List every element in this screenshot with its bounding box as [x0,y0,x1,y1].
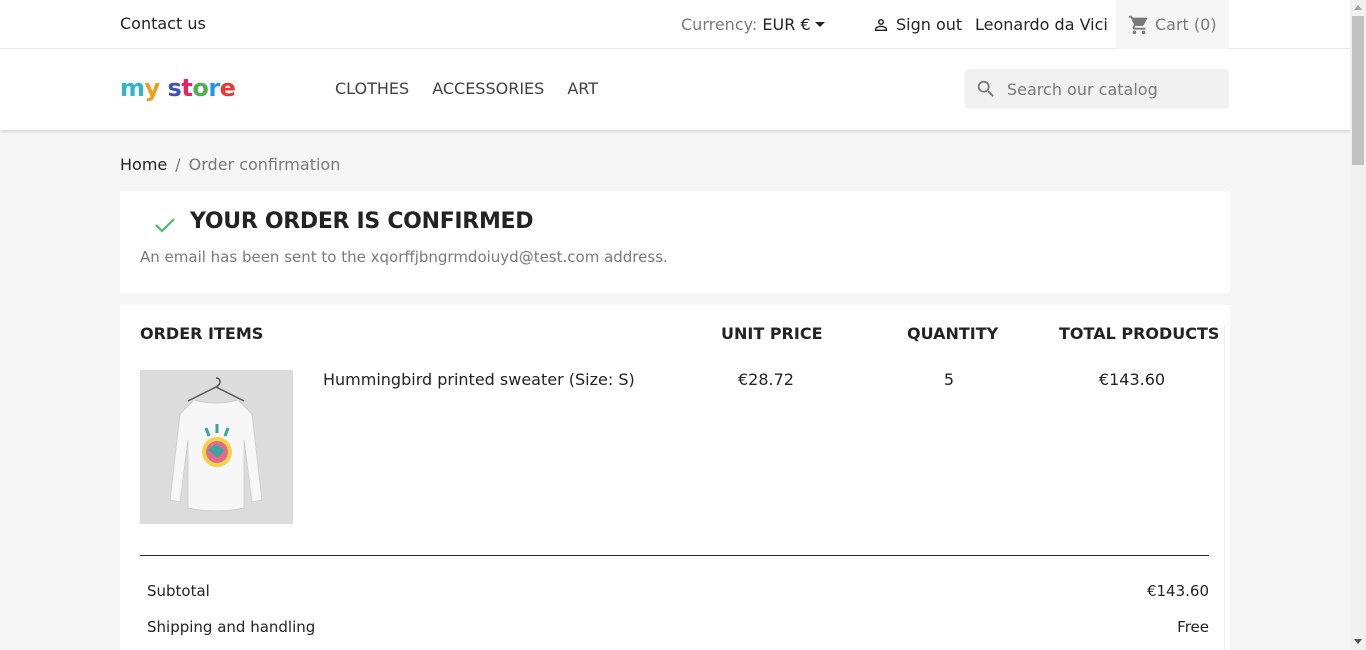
product-name: Hummingbird printed sweater (Size: S) [323,370,635,389]
main-nav: CLOTHES ACCESSORIES ART [335,79,598,98]
confirmation-heading: YOUR ORDER IS CONFIRMED [154,209,534,234]
sign-out-label: Sign out [896,15,963,34]
nav-clothes[interactable]: CLOTHES [335,79,409,98]
header: my store CLOTHES ACCESSORIES ART [0,49,1350,130]
product-unit-price: €28.72 [738,370,794,389]
confirmation-message: An email has been sent to the xqorffjbng… [140,248,668,266]
store-logo[interactable]: my store [120,74,236,102]
subtotal-row: Subtotal €143.60 [147,582,1209,600]
breadcrumb: Home / Order confirmation [120,155,340,174]
breadcrumb-current: Order confirmation [188,155,341,174]
nav-art[interactable]: ART [567,79,598,98]
currency-label: Currency: [681,15,758,34]
shipping-row: Shipping and handling Free [147,618,1209,636]
product-image [140,370,293,524]
contact-us-link[interactable]: Contact us [120,14,206,33]
cart-icon [1128,15,1148,34]
breadcrumb-home[interactable]: Home [120,155,167,174]
cart-button[interactable]: Cart (0) [1116,0,1229,49]
product-quantity: 5 [943,370,955,389]
shipping-value: Free [1177,618,1209,636]
scroll-down-arrow-icon[interactable] [1354,639,1362,644]
search-input[interactable] [1007,79,1207,99]
caret-down-icon [814,22,825,27]
subtotal-label: Subtotal [147,582,210,600]
confirmation-title: YOUR ORDER IS CONFIRMED [190,209,534,234]
product-total: €143.60 [1098,370,1166,389]
currency-selector[interactable]: Currency: EUR € [681,15,825,34]
cart-label: Cart (0) [1155,15,1217,34]
page: Contact us Currency: EUR € Sign out Leon… [0,0,1350,650]
subtotal-value: €143.60 [1146,582,1209,600]
order-items-card: ORDER ITEMS UNIT PRICE QUANTITY TOTAL PR… [120,305,1230,650]
header-unit-price: UNIT PRICE [721,324,823,343]
shipping-label: Shipping and handling [147,618,316,636]
account-link[interactable]: Leonardo da Vici [975,15,1108,34]
vertical-scrollbar[interactable] [1350,0,1366,650]
currency-value: EUR € [762,15,811,34]
sign-out-link[interactable]: Sign out [872,15,962,34]
summary-divider [140,555,1209,556]
scroll-up-arrow-icon[interactable] [1354,5,1362,10]
check-icon [155,217,175,233]
sweater-image [140,370,293,524]
header-total-products: TOTAL PRODUCTS [1059,324,1220,343]
top-bar: Contact us Currency: EUR € Sign out Leon… [0,0,1350,49]
breadcrumb-separator: / [175,155,181,174]
user-icon [875,18,887,31]
header-order-items: ORDER ITEMS [140,324,264,343]
search-box [965,69,1229,109]
search-icon[interactable] [975,78,997,100]
card-divider [1224,325,1225,650]
nav-accessories[interactable]: ACCESSORIES [432,79,544,98]
scrollbar-thumb[interactable] [1352,16,1364,165]
header-quantity: QUANTITY [907,324,999,343]
order-confirmed-card: YOUR ORDER IS CONFIRMED An email has bee… [120,191,1230,293]
